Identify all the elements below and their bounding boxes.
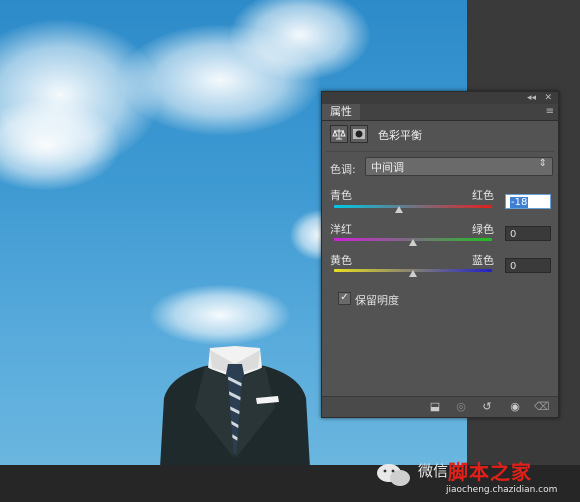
magenta-green-value-input[interactable]: 0 bbox=[505, 226, 551, 241]
cyan-red-slider-thumb[interactable] bbox=[394, 206, 403, 213]
preserve-luminosity-label: 保留明度 bbox=[355, 294, 399, 307]
cyan-red-value-input[interactable]: -18 bbox=[505, 194, 551, 209]
adjustment-header: 色彩平衡 bbox=[330, 125, 550, 145]
clip-to-layer-icon[interactable]: ⬓ bbox=[428, 400, 442, 414]
mask-icon[interactable] bbox=[350, 125, 368, 143]
panel-footer: ⬓ ◎ ↺ ◉ ⌫ bbox=[322, 396, 558, 417]
watermark-text: 微信 bbox=[418, 462, 449, 480]
yellow-blue-slider-thumb[interactable] bbox=[409, 270, 417, 277]
divider bbox=[326, 151, 554, 152]
panel-menu-icon[interactable]: ≡ bbox=[546, 106, 554, 117]
close-icon[interactable]: ✕ bbox=[544, 92, 552, 104]
suit-image bbox=[160, 346, 310, 465]
panel-header[interactable]: ◂◂ ✕ bbox=[322, 92, 558, 104]
trash-icon[interactable]: ⌫ bbox=[534, 400, 550, 414]
watermark-url: jiaocheng.chazidian.com bbox=[446, 485, 558, 495]
watermark-brand: 脚本之家 bbox=[448, 460, 532, 484]
magenta-green-slider-thumb[interactable] bbox=[409, 239, 417, 246]
tone-label: 色调: bbox=[330, 163, 356, 176]
cyan-red-slider-track[interactable] bbox=[334, 205, 492, 208]
slider-yellow-label: 黄色 bbox=[330, 254, 352, 267]
tab-bar: 属性 ≡ bbox=[322, 104, 558, 121]
cloud bbox=[150, 285, 290, 345]
watermark: 微信 脚本之家 jiaocheng.chazidian.com bbox=[376, 454, 576, 500]
slider-red-label: 红色 bbox=[472, 189, 494, 202]
reset-icon[interactable]: ↺ bbox=[480, 400, 494, 414]
tone-select[interactable]: 中间调 ⇕ bbox=[365, 157, 553, 176]
balance-icon[interactable] bbox=[330, 125, 348, 143]
yellow-blue-value-input[interactable]: 0 bbox=[505, 258, 551, 273]
slider-cyan-label: 青色 bbox=[330, 189, 352, 202]
slider-magenta-label: 洋红 bbox=[330, 223, 352, 236]
properties-panel: ◂◂ ✕ 属性 ≡ 色彩平衡 色调: 中间调 ⇕ 青色 红色 -18 洋红 绿色… bbox=[321, 91, 559, 418]
double-chevron-icon[interactable]: ◂◂ bbox=[527, 92, 536, 104]
tab-properties[interactable]: 属性 bbox=[322, 104, 360, 120]
preserve-luminosity-checkbox[interactable]: ✓ bbox=[338, 292, 351, 305]
wechat-logo bbox=[377, 464, 410, 486]
tone-select-value: 中间调 bbox=[371, 161, 404, 174]
slider-green-label: 绿色 bbox=[472, 223, 494, 236]
view-previous-icon[interactable]: ◎ bbox=[454, 400, 468, 414]
adjustment-title: 色彩平衡 bbox=[378, 129, 422, 142]
updown-chevron-icon: ⇕ bbox=[538, 158, 547, 169]
slider-blue-label: 蓝色 bbox=[472, 254, 494, 267]
visibility-icon[interactable]: ◉ bbox=[508, 400, 522, 414]
